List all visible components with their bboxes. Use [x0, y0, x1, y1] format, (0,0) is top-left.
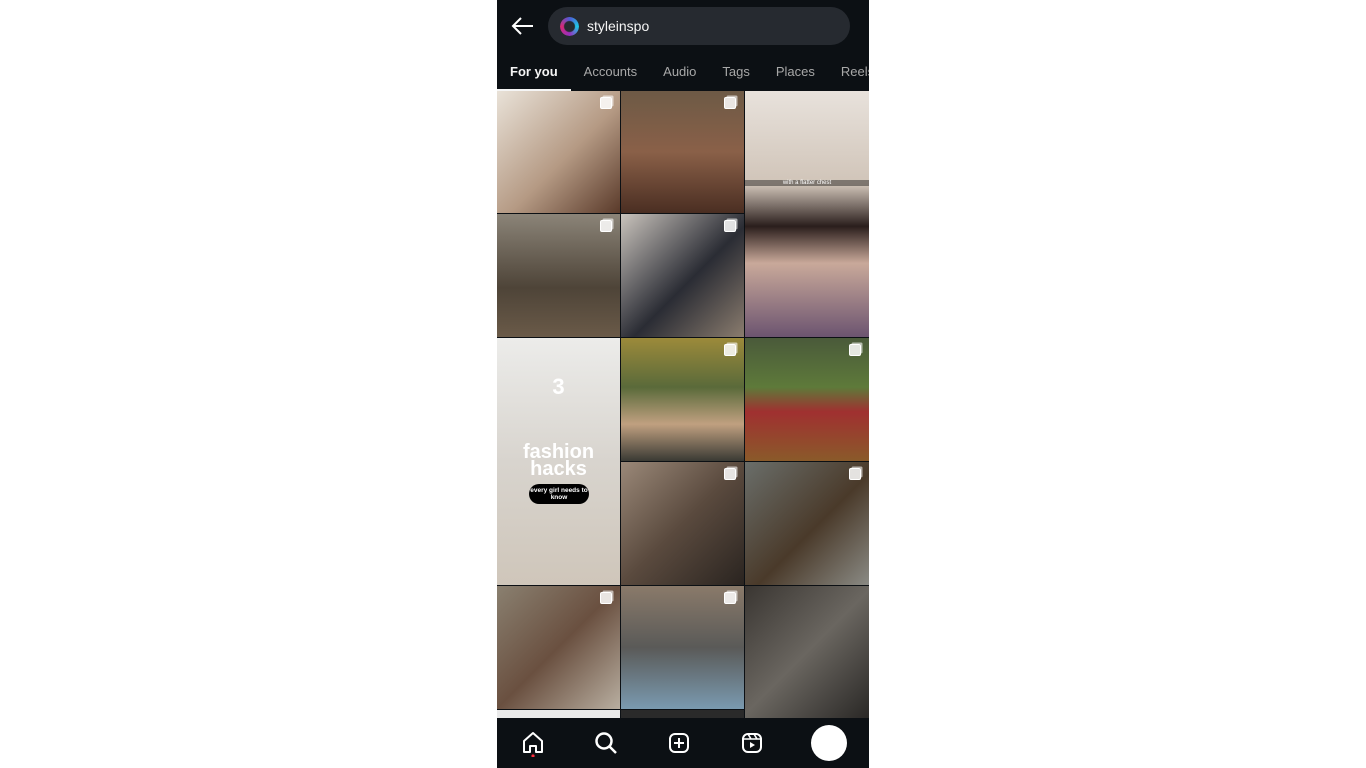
- carousel-icon: [724, 468, 736, 480]
- carousel-icon: [600, 220, 612, 232]
- post-tile[interactable]: [497, 710, 620, 718]
- reel-tile[interactable]: 3 fashion hacks every girl needs to know: [497, 338, 620, 585]
- tab-tags[interactable]: Tags: [709, 56, 762, 90]
- search-tabs: For you Accounts Audio Tags Places Reels: [497, 56, 869, 91]
- search-query: styleinspo: [587, 18, 650, 34]
- carousel-icon: [724, 97, 736, 109]
- carousel-icon: [724, 592, 736, 604]
- post-tile[interactable]: [621, 214, 744, 337]
- carousel-icon: [724, 344, 736, 356]
- carousel-icon: [849, 344, 861, 356]
- reels-icon[interactable]: [738, 729, 766, 757]
- back-arrow-icon[interactable]: [509, 12, 537, 40]
- tab-reels[interactable]: Reels: [828, 56, 869, 90]
- overlay-number: 3: [552, 374, 565, 399]
- reel-tile[interactable]: [745, 586, 869, 718]
- video-caption: with a flatter chest: [745, 180, 869, 186]
- post-tile[interactable]: [497, 214, 620, 337]
- tab-for-you[interactable]: For you: [497, 56, 571, 91]
- profile-avatar[interactable]: [810, 725, 847, 761]
- search-input[interactable]: styleinspo: [548, 7, 850, 45]
- carousel-icon: [600, 97, 612, 109]
- post-tile[interactable]: [621, 338, 744, 461]
- tab-places[interactable]: Places: [763, 56, 828, 90]
- search-icon[interactable]: [592, 729, 620, 757]
- meta-ai-icon: [560, 16, 579, 36]
- reel-tile[interactable]: with a flatter chest: [745, 91, 869, 337]
- create-icon[interactable]: [665, 729, 693, 757]
- post-tile[interactable]: [621, 91, 744, 213]
- post-tile[interactable]: [745, 338, 869, 461]
- post-tile[interactable]: [497, 91, 620, 213]
- home-icon[interactable]: [519, 729, 547, 757]
- overlay-title: fashion hacks: [522, 441, 595, 480]
- overlay-subtitle: every girl needs to know: [529, 484, 589, 504]
- tab-accounts[interactable]: Accounts: [571, 56, 650, 90]
- post-tile[interactable]: [621, 586, 744, 709]
- bottom-navigation: [497, 718, 869, 768]
- tab-audio[interactable]: Audio: [650, 56, 709, 90]
- post-tile[interactable]: [497, 586, 620, 709]
- post-tile[interactable]: [621, 710, 744, 718]
- carousel-icon: [849, 468, 861, 480]
- instagram-search-screen: styleinspo For you Accounts Audio Tags P…: [497, 0, 869, 768]
- carousel-icon: [600, 592, 612, 604]
- post-tile[interactable]: [745, 462, 869, 585]
- post-tile[interactable]: [621, 462, 744, 585]
- carousel-icon: [724, 220, 736, 232]
